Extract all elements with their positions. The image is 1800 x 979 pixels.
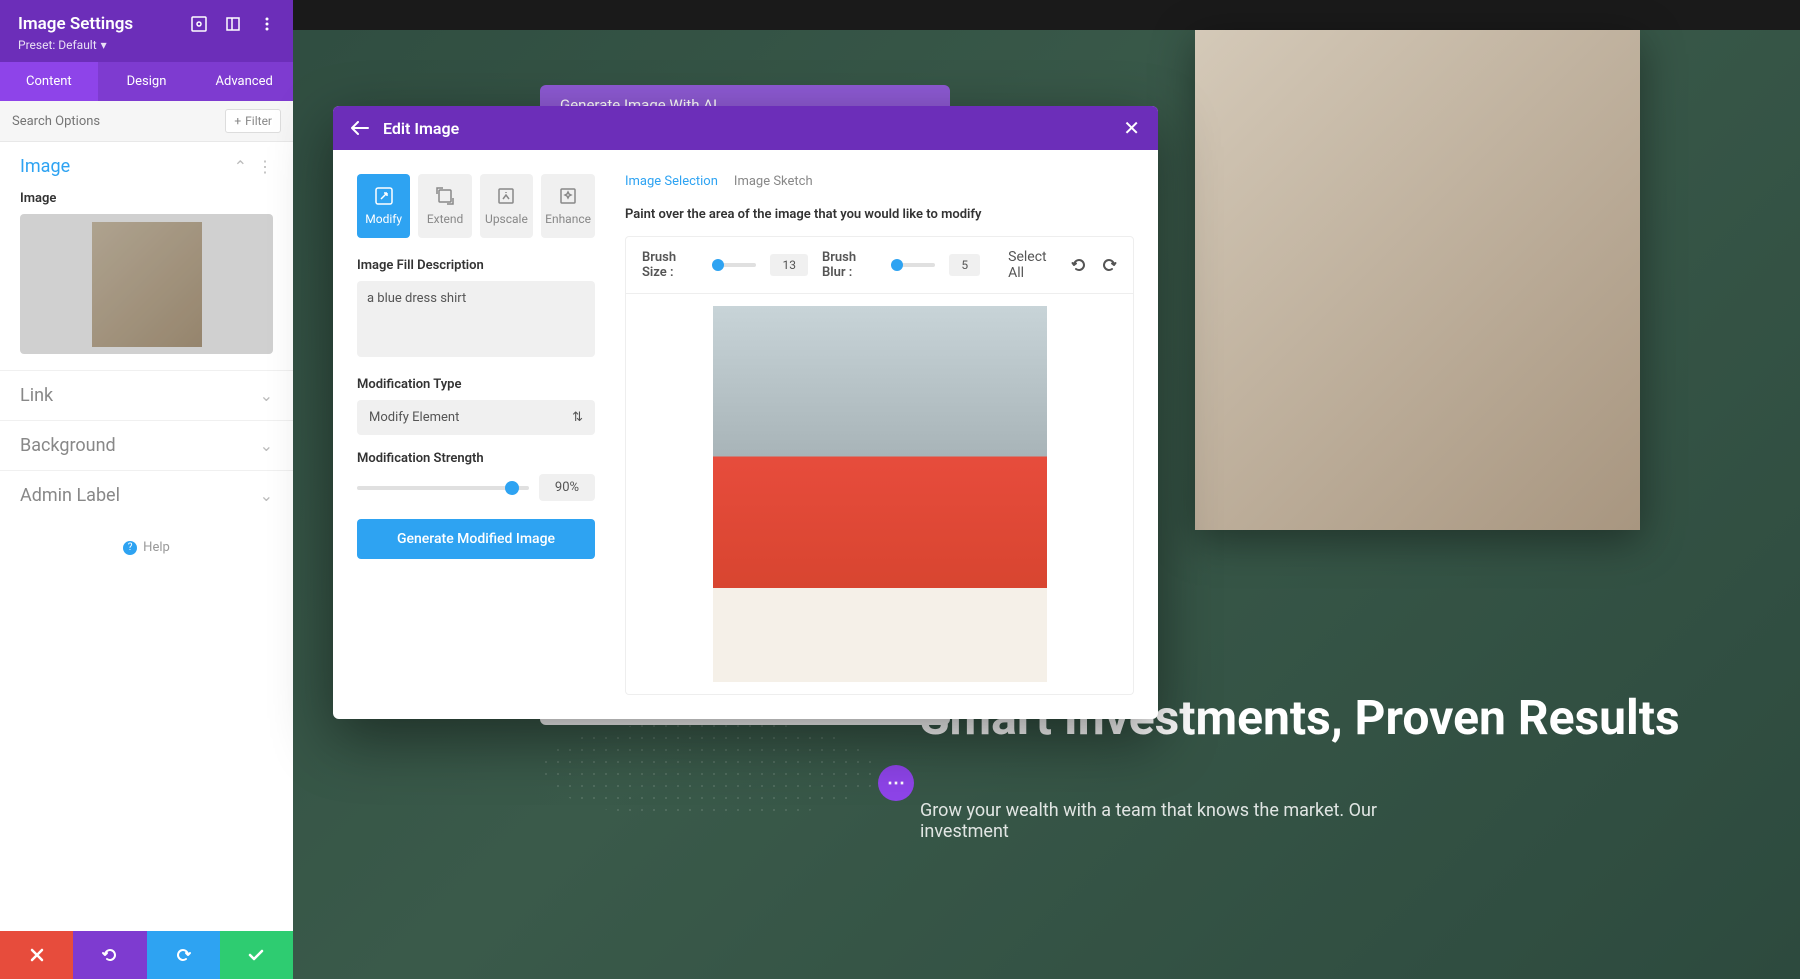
help-link[interactable]: ? Help — [0, 520, 293, 575]
chevron-up-icon: ⌃ — [234, 157, 247, 176]
brush-size-label: Brush Size : — [642, 250, 700, 280]
sidebar-header: Image Settings Preset: Default ▾ — [0, 0, 293, 62]
enhance-icon — [558, 186, 578, 206]
undo-button[interactable] — [73, 931, 146, 979]
right-tabs: Image Selection Image Sketch — [625, 174, 1134, 193]
image-preview-thumb — [92, 222, 202, 347]
tab-advanced[interactable]: Advanced — [195, 62, 293, 101]
dock-icon[interactable] — [225, 16, 241, 32]
section-image-header[interactable]: Image ⌃ ⋮ — [0, 142, 293, 191]
generate-modified-image-button[interactable]: Generate Modified Image — [357, 519, 595, 559]
section-link-header[interactable]: Link ⌄ — [0, 370, 293, 420]
help-icon: ? — [123, 541, 137, 555]
redo-canvas-icon[interactable] — [1101, 257, 1117, 273]
brush-blur-slider[interactable] — [893, 263, 935, 267]
modify-icon — [374, 186, 394, 206]
modal-title: Edit Image — [383, 119, 459, 138]
tab-design[interactable]: Design — [98, 62, 196, 101]
modification-type-label: Modification Type — [357, 377, 595, 392]
fill-description-label: Image Fill Description — [357, 258, 595, 273]
sidebar-tabs: Content Design Advanced — [0, 62, 293, 101]
tab-content[interactable]: Content — [0, 62, 98, 101]
redo-button[interactable] — [147, 931, 220, 979]
tab-image-selection[interactable]: Image Selection — [625, 174, 718, 193]
sidebar-title: Image Settings — [18, 14, 133, 34]
save-button[interactable] — [220, 931, 293, 979]
slider-thumb[interactable] — [712, 259, 724, 271]
expand-icon[interactable] — [191, 16, 207, 32]
modal-header: Edit Image ✕ — [333, 106, 1158, 150]
select-caret-icon: ⇅ — [572, 410, 583, 425]
brush-size-slider[interactable] — [714, 263, 756, 267]
caret-down-icon: ▾ — [101, 38, 107, 52]
modification-strength-slider-row: 90% — [357, 474, 595, 501]
select-all-button[interactable]: Select All — [1008, 249, 1057, 281]
fill-description-input[interactable] — [357, 281, 595, 357]
canvas-image[interactable] — [713, 306, 1047, 682]
preset-selector[interactable]: Preset: Default ▾ — [18, 38, 275, 52]
hero-subtext: Grow your wealth with a team that knows … — [920, 800, 1420, 842]
modal-body: Modify Extend Upscale Enhance Image Fill… — [333, 150, 1158, 719]
sidebar-footer — [0, 931, 293, 979]
module-options-fab[interactable]: ⋯ — [878, 765, 914, 801]
slider-thumb[interactable] — [891, 259, 903, 271]
action-buttons: Modify Extend Upscale Enhance — [357, 174, 595, 238]
modification-strength-slider[interactable] — [357, 486, 529, 490]
modification-type-select[interactable]: Modify Element ⇅ — [357, 400, 595, 435]
enhance-action-button[interactable]: Enhance — [541, 174, 595, 238]
decorative-pattern — [540, 720, 880, 820]
paint-instruction: Paint over the area of the image that yo… — [625, 207, 1134, 222]
brush-size-value: 13 — [770, 254, 808, 276]
section-admin-label-header[interactable]: Admin Label ⌄ — [0, 470, 293, 520]
canvas-toolbar: Brush Size : 13 Brush Blur : 5 Select Al… — [625, 236, 1134, 294]
modify-action-button[interactable]: Modify — [357, 174, 410, 238]
plus-icon: + — [234, 114, 241, 128]
modal-right-panel: Image Selection Image Sketch Paint over … — [625, 174, 1134, 695]
modal-left-panel: Modify Extend Upscale Enhance Image Fill… — [357, 174, 595, 695]
modification-strength-label: Modification Strength — [357, 451, 595, 466]
upscale-icon — [496, 186, 516, 206]
filter-button[interactable]: + Filter — [225, 109, 281, 133]
kebab-menu-icon[interactable] — [259, 16, 275, 32]
image-preview[interactable] — [20, 214, 273, 354]
search-bar: + Filter — [0, 101, 293, 142]
chevron-down-icon: ⌄ — [260, 386, 273, 405]
back-icon[interactable] — [351, 121, 369, 135]
image-field-label: Image — [20, 191, 273, 206]
canvas-area[interactable] — [625, 294, 1134, 695]
chevron-down-icon: ⌄ — [260, 436, 273, 455]
section-image-body: Image — [0, 191, 293, 370]
hero-image — [1195, 30, 1640, 530]
modification-strength-value: 90% — [539, 474, 595, 501]
upscale-action-button[interactable]: Upscale — [480, 174, 533, 238]
slider-thumb[interactable] — [505, 481, 519, 495]
tab-image-sketch[interactable]: Image Sketch — [734, 174, 813, 193]
close-icon[interactable]: ✕ — [1123, 118, 1140, 138]
extend-action-button[interactable]: Extend — [418, 174, 471, 238]
search-input[interactable] — [12, 114, 225, 129]
undo-canvas-icon[interactable] — [1071, 257, 1087, 273]
kebab-menu-icon[interactable]: ⋮ — [257, 157, 273, 176]
settings-sidebar: Image Settings Preset: Default ▾ Content… — [0, 0, 293, 979]
extend-icon — [435, 186, 455, 206]
chevron-down-icon: ⌄ — [260, 486, 273, 505]
brush-blur-label: Brush Blur : — [822, 250, 879, 280]
cancel-button[interactable] — [0, 931, 73, 979]
edit-image-modal: Edit Image ✕ Modify Extend Upscale — [333, 106, 1158, 719]
section-background-header[interactable]: Background ⌄ — [0, 420, 293, 470]
brush-blur-value: 5 — [949, 254, 980, 276]
